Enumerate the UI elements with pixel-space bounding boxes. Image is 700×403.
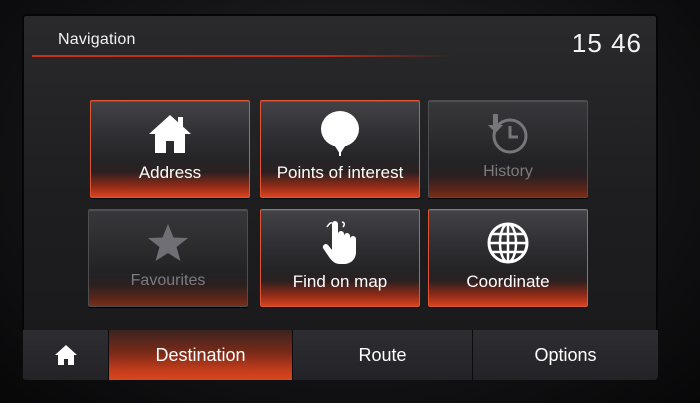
navigation-screen: Navigation 15 46 Address Points of inter… <box>22 14 658 380</box>
find-on-map-button[interactable]: Find on map <box>260 209 420 307</box>
points-of-interest-label: Points of interest <box>276 163 404 182</box>
bottom-tab-bar: Destination Route Options <box>22 330 658 380</box>
globe-icon <box>429 220 587 266</box>
header-divider <box>32 55 452 57</box>
page-title: Navigation <box>58 31 136 48</box>
tab-home[interactable] <box>22 330 108 380</box>
map-pin-icon <box>261 111 419 157</box>
home-icon <box>23 330 108 380</box>
favourites-button[interactable]: Favourites <box>88 209 248 307</box>
tab-route[interactable]: Route <box>292 330 472 380</box>
history-clock-icon <box>429 111 587 157</box>
favourites-label: Favourites <box>130 272 206 289</box>
hand-pointer-icon <box>261 220 419 266</box>
coordinate-button[interactable]: Coordinate <box>428 209 588 307</box>
points-of-interest-button[interactable]: Points of interest <box>260 100 420 198</box>
clock: 15 46 <box>571 28 642 58</box>
tab-destination[interactable]: Destination <box>108 330 292 380</box>
address-button[interactable]: Address <box>90 100 250 198</box>
history-label: History <box>483 163 533 180</box>
coordinate-label: Coordinate <box>466 272 550 291</box>
tab-options[interactable]: Options <box>472 330 658 380</box>
address-label: Address <box>138 163 202 182</box>
find-on-map-label: Find on map <box>292 272 388 291</box>
history-button[interactable]: History <box>428 100 588 198</box>
star-icon <box>89 220 247 266</box>
house-icon <box>91 111 249 157</box>
